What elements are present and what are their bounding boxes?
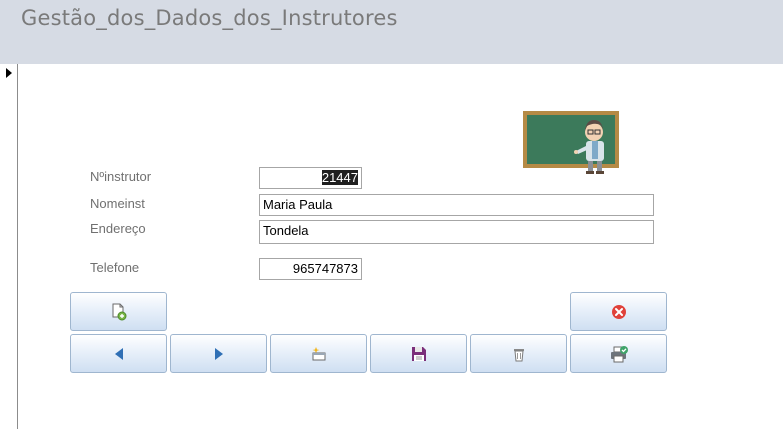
form-title: Gestão_dos_Dados_dos_Instrutores	[21, 6, 398, 30]
previous-record-icon	[114, 347, 123, 360]
new-record-button[interactable]	[70, 292, 167, 331]
save-record-button[interactable]	[370, 334, 467, 373]
close-form-button[interactable]	[570, 292, 667, 331]
telefone-label: Telefone	[90, 260, 140, 275]
new-record-icon	[112, 303, 126, 320]
add-record-icon	[312, 346, 325, 360]
ninstrutor-field[interactable]: 21447	[259, 167, 362, 189]
telefone-field[interactable]: 965747873	[259, 258, 362, 280]
add-record-button[interactable]	[270, 334, 367, 373]
ninstrutor-value: 21447	[321, 170, 358, 185]
teacher-chalkboard-icon	[523, 111, 619, 174]
close-icon	[611, 304, 626, 319]
print-record-button[interactable]	[570, 334, 667, 373]
current-record-arrow-icon	[6, 68, 12, 78]
endereco-field[interactable]: Tondela	[259, 220, 654, 244]
next-record-icon	[214, 347, 223, 360]
previous-record-button[interactable]	[70, 334, 167, 373]
ninstrutor-label: Nºinstrutor	[90, 169, 152, 184]
save-icon	[411, 346, 426, 361]
record-selector[interactable]	[0, 64, 18, 429]
form-header: Gestão_dos_Dados_dos_Instrutores	[0, 0, 783, 64]
print-icon	[610, 345, 628, 362]
delete-record-button[interactable]	[470, 334, 567, 373]
endereco-label: Endereço	[90, 221, 146, 236]
next-record-button[interactable]	[170, 334, 267, 373]
nomeinst-label: Nomeinst	[90, 196, 145, 211]
nomeinst-field[interactable]: Maria Paula	[259, 194, 654, 216]
trash-icon	[513, 348, 524, 361]
